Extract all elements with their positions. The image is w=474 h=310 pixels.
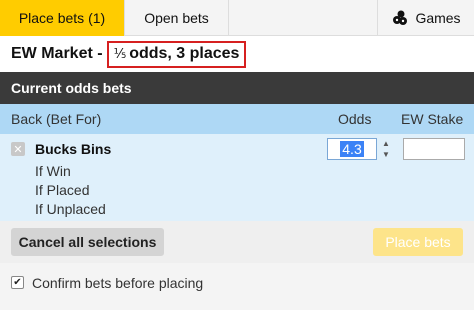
- action-bar: Cancel all selections Place bets: [0, 221, 474, 263]
- section-title-label: Current odds bets: [11, 80, 132, 96]
- bet-row: ✕ Bucks Bins If Win If Placed If Unplace…: [0, 134, 474, 221]
- runner-name: Bucks Bins: [35, 141, 112, 157]
- caret-down-icon[interactable]: ▼: [379, 149, 393, 160]
- caret-up-icon[interactable]: ▲: [379, 138, 393, 149]
- confirm-label: Confirm bets before placing: [32, 275, 204, 291]
- each-way-fraction: ⅕: [113, 45, 127, 61]
- ew-stake-input[interactable]: [403, 138, 465, 160]
- section-title: Current odds bets: [0, 72, 474, 104]
- tab-games-label: Games: [415, 10, 461, 26]
- each-way-terms-highlight: ⅕ odds, 3 places: [106, 40, 247, 68]
- confirm-row: ✔ Confirm bets before placing: [0, 263, 474, 310]
- tab-place-bets[interactable]: Place bets (1): [0, 0, 125, 36]
- outcome-unplaced: If Unplaced: [35, 201, 106, 217]
- tab-bar-spacer: [229, 0, 378, 36]
- tab-open-bets-label: Open bets: [144, 10, 209, 26]
- odds-stepper[interactable]: ▲ ▼: [379, 138, 393, 160]
- odds-value: 4.3: [340, 141, 364, 157]
- outcome-win: If Win: [35, 163, 71, 179]
- market-header: EW Market - ⅕ odds, 3 places: [0, 36, 474, 72]
- market-prefix: EW Market -: [11, 45, 103, 62]
- close-icon[interactable]: ✕: [11, 142, 25, 156]
- tab-place-bets-label: Place bets (1): [18, 10, 106, 26]
- column-ew-stake: EW Stake: [401, 111, 464, 127]
- column-odds: Odds: [338, 111, 372, 127]
- bet-outcomes: If Win If Placed If Unplaced: [35, 162, 106, 219]
- tab-bar: Place bets (1) Open bets Games: [0, 0, 474, 36]
- each-way-terms: odds, 3 places: [129, 44, 240, 62]
- odds-input[interactable]: 4.3: [327, 138, 377, 160]
- confirm-checkbox[interactable]: ✔: [11, 276, 24, 289]
- column-header: Back (Bet For) Odds EW Stake: [0, 104, 474, 134]
- tab-open-bets[interactable]: Open bets: [125, 0, 229, 36]
- outcome-placed: If Placed: [35, 182, 90, 198]
- tab-games[interactable]: Games: [378, 0, 474, 36]
- games-icon: [391, 9, 409, 27]
- cancel-all-button[interactable]: Cancel all selections: [11, 228, 164, 256]
- place-bets-button[interactable]: Place bets: [373, 228, 463, 256]
- column-back: Back (Bet For): [11, 111, 102, 127]
